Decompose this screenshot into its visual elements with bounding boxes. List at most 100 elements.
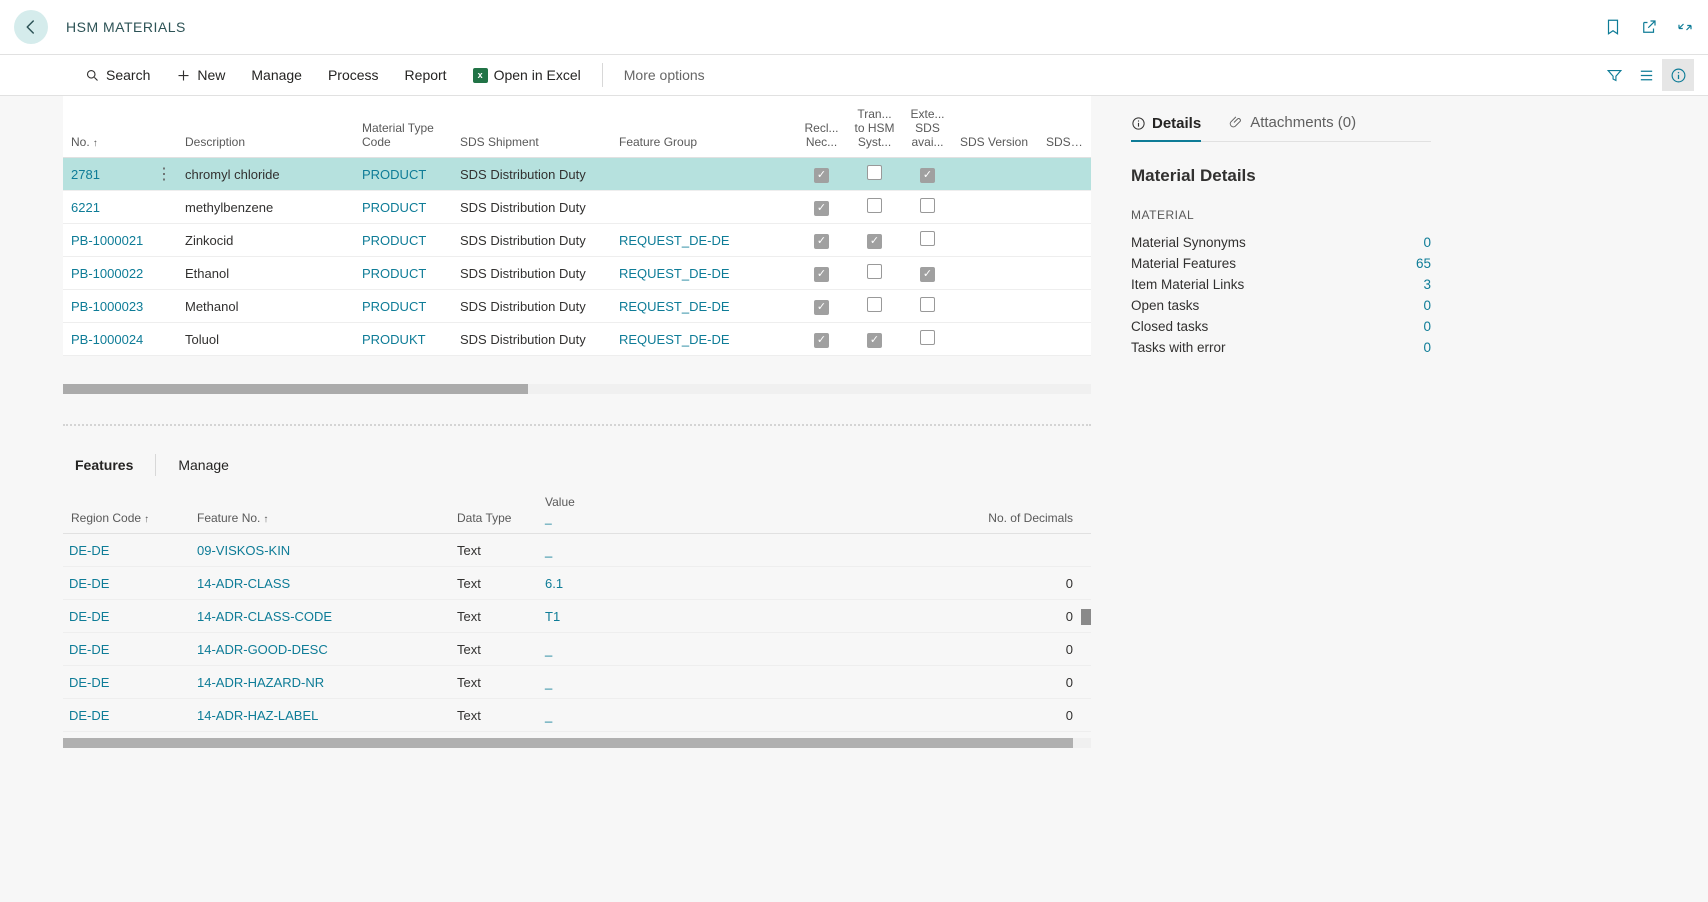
factbox-row-value[interactable]: 0	[1423, 319, 1431, 334]
features-vertical-scrollbar-thumb[interactable]	[1081, 609, 1091, 625]
cell-material-type[interactable]: PRODUKT	[356, 332, 454, 347]
checkbox-recl-nec[interactable]	[814, 168, 829, 183]
cell-region-code[interactable]: DE-DE	[63, 543, 191, 558]
table-row[interactable]: PB-1000024ToluolPRODUKTSDS Distribution …	[63, 323, 1091, 356]
col-material-type-code[interactable]: Material Type Code	[356, 121, 454, 149]
checkbox-recl-nec[interactable]	[814, 333, 829, 348]
col-value[interactable]: Value_	[539, 495, 979, 525]
checkbox-tran-hsm[interactable]	[867, 165, 882, 180]
col-feature-group[interactable]: Feature Group	[613, 135, 795, 149]
cell-feature-group[interactable]: REQUEST_DE-DE	[613, 266, 795, 281]
checkbox-tran-hsm[interactable]	[867, 297, 882, 312]
cell-region-code[interactable]: DE-DE	[63, 609, 191, 624]
checkbox-exte-sds[interactable]	[920, 231, 935, 246]
table-row[interactable]: PB-1000021ZinkocidPRODUCTSDS Distributio…	[63, 224, 1091, 257]
cell-feature-no[interactable]: 09-VISKOS-KIN	[191, 543, 451, 558]
col-sds-shipment[interactable]: SDS Shipment	[454, 135, 613, 149]
cell-value[interactable]: _	[539, 675, 979, 690]
cell-region-code[interactable]: DE-DE	[63, 708, 191, 723]
cell-material-type[interactable]: PRODUCT	[356, 233, 454, 248]
material-no-link[interactable]: PB-1000024	[71, 332, 143, 347]
search-action[interactable]: Search	[72, 55, 163, 95]
features-horizontal-scrollbar[interactable]	[63, 738, 1091, 748]
cell-value[interactable]: _	[539, 708, 979, 723]
cell-feature-no[interactable]: 14-ADR-GOOD-DESC	[191, 642, 451, 657]
factbox-row-value[interactable]: 0	[1423, 340, 1431, 355]
col-description[interactable]: Description	[179, 135, 356, 149]
cell-feature-no[interactable]: 14-ADR-HAZARD-NR	[191, 675, 451, 690]
checkbox-tran-hsm[interactable]	[867, 333, 882, 348]
checkbox-exte-sds[interactable]	[920, 198, 935, 213]
grid-horizontal-scrollbar[interactable]	[63, 384, 1091, 394]
cell-feature-group[interactable]: REQUEST_DE-DE	[613, 233, 795, 248]
tab-features[interactable]: Features	[63, 457, 145, 473]
process-action[interactable]: Process	[315, 55, 392, 95]
cell-feature-no[interactable]: 14-ADR-HAZ-LABEL	[191, 708, 451, 723]
material-no-link[interactable]: 6221	[71, 200, 100, 215]
table-row[interactable]: DE-DE14-ADR-HAZARD-NRText_0	[63, 666, 1091, 699]
scrollbar-thumb[interactable]	[63, 738, 1073, 748]
material-no-link[interactable]: PB-1000023	[71, 299, 143, 314]
open-in-excel-action[interactable]: x Open in Excel	[460, 55, 594, 95]
cell-feature-no[interactable]: 14-ADR-CLASS	[191, 576, 451, 591]
checkbox-recl-nec[interactable]	[814, 267, 829, 282]
cell-feature-group[interactable]: REQUEST_DE-DE	[613, 299, 795, 314]
row-menu-icon[interactable]: ⋮	[155, 164, 173, 184]
table-row[interactable]: DE-DE14-ADR-HAZ-LABELText_0	[63, 699, 1091, 732]
checkbox-recl-nec[interactable]	[814, 300, 829, 315]
checkbox-exte-sds[interactable]	[920, 168, 935, 183]
bookmark-icon[interactable]	[1604, 18, 1622, 36]
material-no-link[interactable]: PB-1000021	[71, 233, 143, 248]
col-feature-no[interactable]: Feature No.↑	[191, 511, 451, 525]
cell-material-type[interactable]: PRODUCT	[356, 167, 454, 182]
cell-value[interactable]: _	[539, 543, 979, 558]
col-sds-subvers[interactable]: SDS Subvers	[1040, 135, 1090, 149]
back-button[interactable]	[14, 10, 48, 44]
col-region-code[interactable]: Region Code↑	[63, 511, 191, 525]
factbox-row-value[interactable]: 3	[1423, 277, 1431, 292]
table-row[interactable]: DE-DE14-ADR-CLASS-CODETextT10	[63, 600, 1091, 633]
factbox-row-value[interactable]: 0	[1423, 235, 1431, 250]
checkbox-tran-hsm[interactable]	[867, 264, 882, 279]
cell-feature-no[interactable]: 14-ADR-CLASS-CODE	[191, 609, 451, 624]
cell-feature-group[interactable]: REQUEST_DE-DE	[613, 332, 795, 347]
factbox-tab-attachments[interactable]: Attachments (0)	[1229, 114, 1356, 131]
material-no-link[interactable]: 2781	[71, 167, 100, 182]
col-tran-hsm[interactable]: Tran... to HSM Syst...	[848, 107, 901, 149]
col-data-type[interactable]: Data Type	[451, 511, 539, 525]
checkbox-exte-sds[interactable]	[920, 330, 935, 345]
table-row[interactable]: 2781⋮chromyl chloridePRODUCTSDS Distribu…	[63, 158, 1091, 191]
more-options-action[interactable]: More options	[611, 55, 718, 95]
filter-pane-button[interactable]	[1598, 59, 1630, 91]
col-decimals[interactable]: No. of Decimals	[979, 511, 1079, 525]
cell-value[interactable]: _	[539, 642, 979, 657]
scrollbar-thumb[interactable]	[63, 384, 528, 394]
collapse-icon[interactable]	[1676, 18, 1694, 36]
col-no[interactable]: No.↑	[63, 135, 179, 149]
checkbox-recl-nec[interactable]	[814, 234, 829, 249]
manage-action[interactable]: Manage	[238, 55, 315, 95]
table-row[interactable]: DE-DE14-ADR-GOOD-DESCText_0	[63, 633, 1091, 666]
cell-region-code[interactable]: DE-DE	[63, 642, 191, 657]
factbox-toggle-button[interactable]	[1662, 59, 1694, 91]
material-no-link[interactable]: PB-1000022	[71, 266, 143, 281]
checkbox-exte-sds[interactable]	[920, 267, 935, 282]
cell-material-type[interactable]: PRODUCT	[356, 200, 454, 215]
checkbox-tran-hsm[interactable]	[867, 234, 882, 249]
cell-material-type[interactable]: PRODUCT	[356, 299, 454, 314]
tab-manage[interactable]: Manage	[166, 457, 241, 473]
table-row[interactable]: PB-1000022EthanolPRODUCTSDS Distribution…	[63, 257, 1091, 290]
cell-region-code[interactable]: DE-DE	[63, 675, 191, 690]
factbox-row-value[interactable]: 0	[1423, 298, 1431, 313]
table-row[interactable]: DE-DE14-ADR-CLASSText6.10	[63, 567, 1091, 600]
table-row[interactable]: PB-1000023MethanolPRODUCTSDS Distributio…	[63, 290, 1091, 323]
new-action[interactable]: New	[163, 55, 238, 95]
col-sds-version[interactable]: SDS Version	[954, 135, 1040, 149]
cell-material-type[interactable]: PRODUCT	[356, 266, 454, 281]
factbox-row-value[interactable]: 65	[1416, 256, 1431, 271]
checkbox-exte-sds[interactable]	[920, 297, 935, 312]
factbox-tab-details[interactable]: Details	[1131, 114, 1201, 142]
col-exte-sds[interactable]: Exte... SDS avai...	[901, 107, 954, 149]
report-action[interactable]: Report	[392, 55, 460, 95]
cell-value[interactable]: 6.1	[539, 576, 979, 591]
